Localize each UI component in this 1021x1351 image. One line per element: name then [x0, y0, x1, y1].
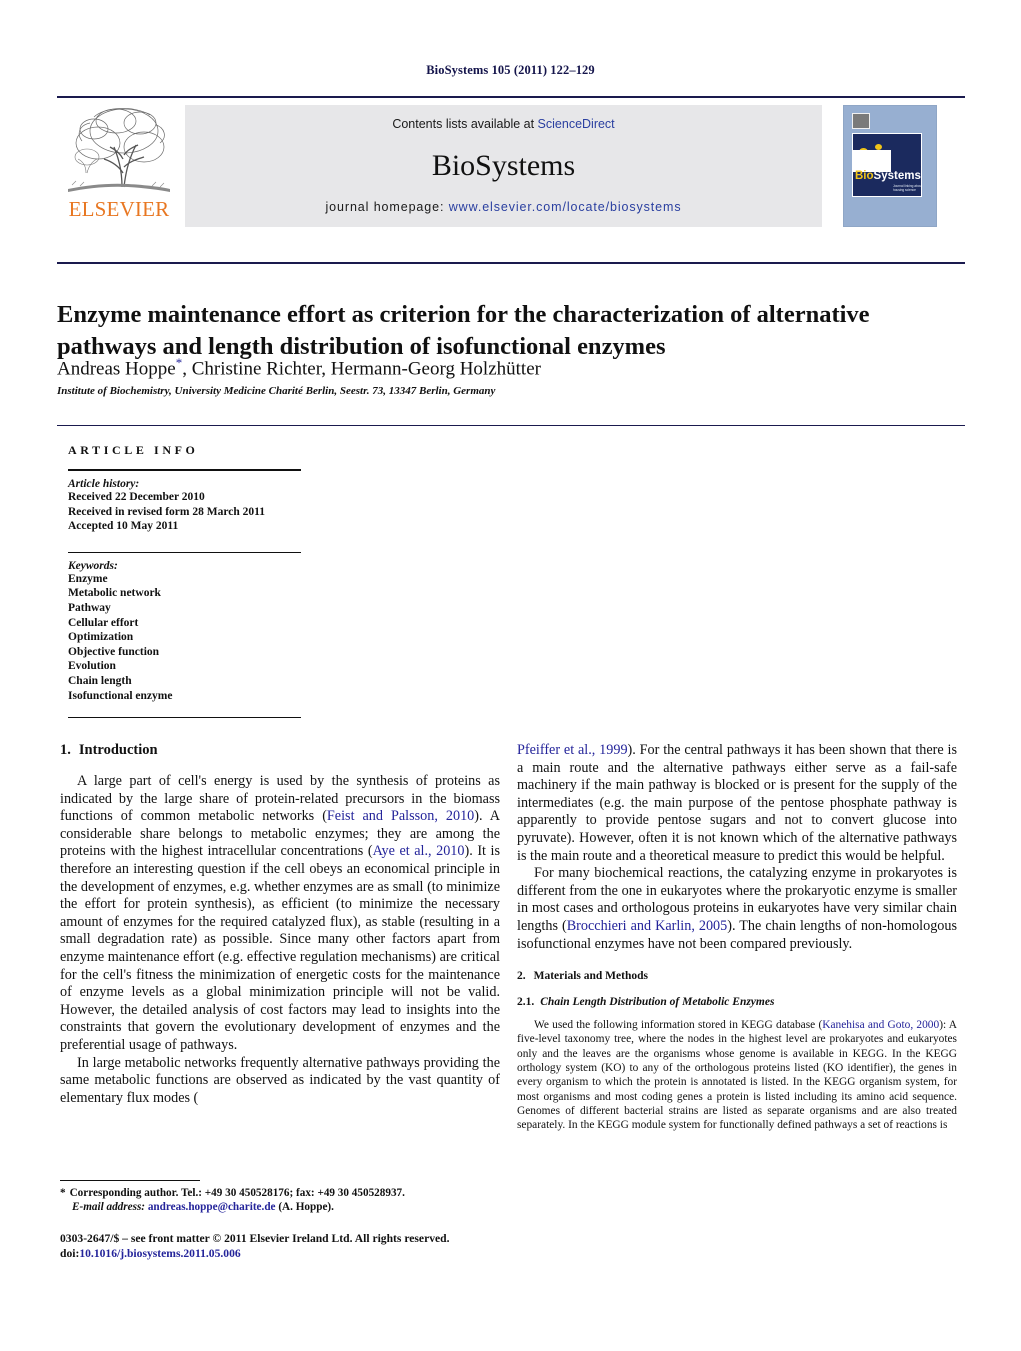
affiliation: Institute of Biochemistry, University Me…: [57, 385, 496, 397]
section-number: 2.: [517, 970, 526, 983]
keyword-item: Pathway: [68, 601, 111, 614]
article-info-block: ARTICLE INFO Article history: Received 2…: [68, 443, 301, 719]
author-others: , Christine Richter, Hermann-Georg Holzh…: [182, 358, 541, 380]
author-primary: Andreas Hoppe: [57, 358, 176, 380]
section-heading-methods: 2. Materials and Methods: [517, 970, 957, 982]
keywords-label: Keywords:: [68, 559, 118, 572]
homepage-prefix: journal homepage:: [325, 200, 449, 214]
doi-link[interactable]: 10.1016/j.biosystems.2011.05.006: [79, 1247, 240, 1260]
article-history-label: Article history:: [68, 478, 140, 490]
section-heading-introduction: 1. Introduction: [60, 742, 500, 759]
title-divider: [57, 262, 965, 264]
article-info-rule: [68, 469, 301, 471]
running-head: BioSystems 105 (2011) 122–129: [426, 63, 595, 77]
footnote-divider: [60, 1180, 200, 1181]
cover-stamp-icon: [852, 113, 870, 129]
author-list: Andreas Hoppe*, Christine Richter, Herma…: [57, 355, 917, 380]
keyword-item: Enzyme: [68, 572, 108, 585]
keyword-item: Evolution: [68, 660, 116, 673]
email-link[interactable]: andreas.hoppe@charite.de: [148, 1201, 276, 1213]
text-run: In large metabolic networks frequently a…: [60, 1054, 500, 1106]
citation-link[interactable]: Kanehisa and Goto, 2000: [822, 1019, 939, 1031]
journal-cover-thumbnail: BioSystems Journal linking about science…: [843, 105, 937, 227]
keywords-rule: [68, 551, 301, 553]
sciencedirect-link[interactable]: ScienceDirect: [538, 117, 615, 131]
section-number: 1.: [60, 742, 71, 758]
paragraph-intro-2-cont: Pfeiffer et al., 1999). For the central …: [517, 742, 957, 865]
cover-artwork: BioSystems Journal linking about science…: [852, 133, 922, 197]
subsection-number: 2.1.: [517, 996, 535, 1009]
article-info-divider: [57, 425, 965, 426]
article-info-bottom-rule: [68, 717, 301, 719]
article-info-heading: ARTICLE INFO: [68, 443, 199, 457]
subsection-title: Chain Length Distribution of Metabolic E…: [540, 996, 775, 1009]
body-column-left: 1. Introduction A large part of cell's en…: [60, 742, 500, 1107]
citation-link[interactable]: Feist and Palsson, 2010: [327, 808, 474, 824]
section-title: Materials and Methods: [533, 970, 648, 983]
keyword-item: Optimization: [68, 631, 134, 644]
elsevier-tree-icon: [68, 108, 170, 192]
subsection-heading-chain-length: 2.1. Chain Length Distribution of Metabol…: [517, 996, 957, 1008]
journal-homepage-line: journal homepage: www.elsevier.com/locat…: [185, 200, 822, 214]
text-run: We used the following information stored…: [534, 1019, 823, 1032]
copyright-line: 0303-2647/$ – see front matter © 2011 El…: [60, 1232, 450, 1245]
paragraph-intro-1: A large part of cell's energy is used by…: [60, 773, 500, 1055]
citation-link[interactable]: Pfeiffer et al., 1999: [517, 742, 628, 758]
keyword-item: Objective function: [68, 645, 160, 658]
journal-masthead: ELSEVIER Contents lists available at Sci…: [57, 96, 965, 232]
keyword-item: Isofunctional enzyme: [68, 689, 173, 702]
text-run: ). It is therefore an interesting questi…: [60, 843, 501, 1053]
body-column-right: Pfeiffer et al., 1999). For the central …: [517, 742, 957, 1133]
cover-title: BioSystems: [855, 170, 921, 182]
doi-line: doi:10.1016/j.biosystems.2011.05.006: [60, 1246, 520, 1261]
journal-homepage-link[interactable]: www.elsevier.com/locate/biosystems: [449, 200, 682, 214]
sciencedirect-band: Contents lists available at ScienceDirec…: [185, 105, 822, 227]
article-history-accepted: Accepted 10 May 2011: [68, 520, 179, 533]
cover-title-bio: Bio: [855, 170, 874, 182]
contents-prefix: Contents lists available at: [392, 117, 538, 131]
doi-label: doi:: [60, 1247, 80, 1260]
cover-title-systems: Systems: [873, 170, 921, 182]
email-label: E-mail address:: [72, 1201, 146, 1213]
cover-subtitle: Journal linking about science housing sc…: [893, 184, 922, 192]
keyword-item: Metabolic network: [68, 587, 161, 600]
text-run: ). For the central pathways it has been …: [517, 742, 957, 864]
citation-link[interactable]: Brocchieri and Karlin, 2005: [567, 918, 728, 934]
contents-list-line: Contents lists available at ScienceDirec…: [185, 117, 822, 131]
page-title: Enzyme maintenance effort as criterion f…: [57, 301, 870, 361]
footnote-corresponding-author: Corresponding author. Tel.: +49 30 45052…: [69, 1187, 405, 1199]
paragraph-intro-3: For many biochemical reactions, the cata…: [517, 865, 957, 953]
masthead-top-rule: [57, 96, 965, 98]
citation-link[interactable]: Aye et al., 2010: [373, 843, 465, 859]
cover-art-graphic: [853, 134, 891, 172]
paragraph-methods-1: We used the following information stored…: [517, 1018, 957, 1132]
footnote-marker: *: [60, 1187, 66, 1199]
email-owner: (A. Hoppe).: [275, 1201, 334, 1213]
copyright-block: 0303-2647/$ – see front matter © 2011 El…: [60, 1231, 520, 1261]
article-history-revised: Received in revised form 28 March 2011: [68, 505, 265, 518]
elsevier-logo: ELSEVIER: [60, 103, 178, 227]
journal-title: BioSystems: [431, 149, 576, 182]
journal-article-page: BioSystems 105 (2011) 122–129 ELSEVIER C…: [0, 0, 1021, 1351]
elsevier-wordmark: ELSEVIER: [68, 197, 170, 221]
keyword-item: Cellular effort: [68, 616, 139, 629]
keywords-list: Enzyme Metabolic network Pathway Cellula…: [68, 572, 301, 703]
article-history-received: Received 22 December 2010: [68, 491, 205, 503]
footnote-email-line: E-mail address: andreas.hoppe@charite.de…: [60, 1200, 500, 1214]
keyword-item: Chain length: [68, 674, 132, 687]
text-run: ): A five-level taxonomy tree, where the…: [517, 1019, 957, 1132]
paragraph-intro-2-start: In large metabolic networks frequently a…: [60, 1055, 500, 1108]
footnote-block: * Corresponding author. Tel.: +49 30 4505…: [60, 1186, 500, 1214]
section-title: Introduction: [78, 742, 158, 758]
